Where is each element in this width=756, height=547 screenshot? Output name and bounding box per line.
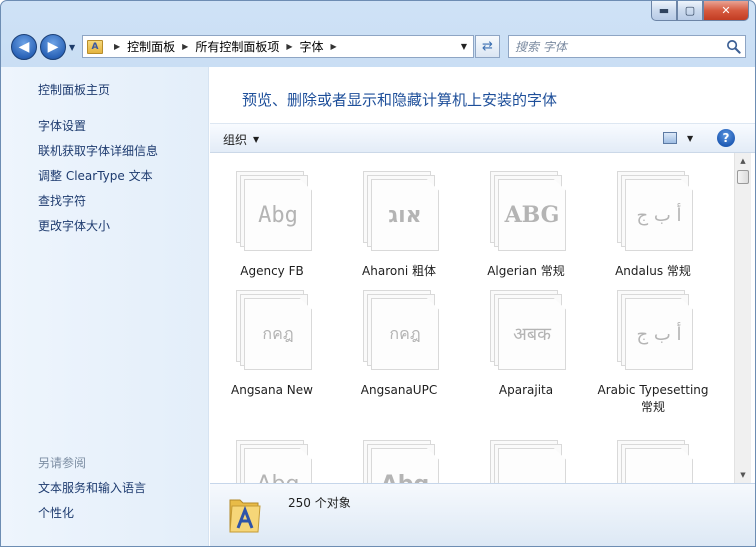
text-services-link[interactable]: 文本服务和输入语言 — [38, 479, 146, 496]
breadcrumb-all-items[interactable]: 所有控制面板项 — [195, 38, 279, 55]
font-grid: Abg Agency FB אוג Aharoni 粗体 ABG Algeria… — [210, 153, 734, 483]
font-name: AngsanaUPC — [360, 383, 438, 397]
item-count: 250 个对象 — [288, 496, 351, 510]
scroll-down-icon[interactable]: ▼ — [735, 467, 751, 483]
search-icon[interactable] — [726, 39, 741, 54]
breadcrumb-control-panel[interactable]: 控制面板 — [127, 38, 175, 55]
minimize-button[interactable]: ▬ — [651, 1, 677, 21]
fonts-folder-icon — [229, 499, 261, 533]
maximize-button[interactable]: ▢ — [677, 1, 703, 21]
font-sample: אוג — [388, 202, 422, 228]
font-tile[interactable]: กคฎ AngsanaUPC — [343, 278, 455, 418]
font-file-icon: กคฎ — [236, 290, 312, 370]
help-button[interactable]: ? — [717, 129, 735, 147]
online-font-info-link[interactable]: 联机获取字体详细信息 — [38, 142, 158, 159]
font-name: Angsana New — [231, 383, 313, 397]
font-tile[interactable]: Abg — [216, 428, 328, 483]
address-history-dropdown-icon[interactable]: ▼ — [455, 36, 473, 57]
refresh-button[interactable]: ⇄ — [475, 35, 500, 58]
scroll-up-icon[interactable]: ▲ — [735, 153, 751, 169]
change-font-size-link[interactable]: 更改字体大小 — [38, 217, 110, 234]
recent-pages-dropdown-icon[interactable]: ▼ — [69, 43, 75, 52]
font-settings-link[interactable]: 字体设置 — [38, 117, 86, 134]
chevron-right-icon[interactable]: ▶ — [286, 42, 292, 51]
font-tile[interactable]: अबक Aparajita — [470, 278, 582, 418]
address-row: ◀ ▶ ▼ A ▶ 控制面板 ▶ 所有控制面板项 ▶ 字体 ▶ ▼ ⇄ — [1, 29, 755, 65]
font-name: Aparajita — [498, 383, 554, 397]
font-file-icon — [490, 440, 566, 483]
close-button[interactable]: ✕ — [703, 1, 749, 21]
organize-label: 组织 — [223, 133, 248, 147]
organize-button[interactable]: 组织 ▼ — [223, 131, 259, 148]
font-sample: अबक — [513, 324, 551, 345]
font-tile[interactable]: กคฎ Angsana New — [216, 278, 328, 418]
font-file-icon: กคฎ — [363, 290, 439, 370]
find-character-link[interactable]: 查找字符 — [38, 192, 86, 209]
font-file-icon — [617, 440, 693, 483]
scroll-thumb[interactable] — [737, 170, 749, 184]
change-view-button[interactable]: ▼ — [663, 132, 693, 144]
font-name: Arabic Typesetting 常规 — [597, 383, 709, 414]
fonts-folder-icon: A — [87, 39, 103, 54]
view-icon — [663, 132, 677, 144]
font-sample: กคฎ — [262, 323, 294, 343]
main-pane: 预览、删除或者显示和隐藏计算机上安装的字体 组织 ▼ ▼ ? Abg Agenc… — [210, 67, 755, 546]
details-pane: 250 个对象 — [210, 483, 755, 546]
font-sample: أ ب ج — [636, 323, 682, 345]
font-tile[interactable]: أ ب ج Arabic Typesetting 常规 — [597, 278, 709, 418]
font-file-icon: أ ب ج — [617, 290, 693, 370]
chevron-right-icon[interactable]: ▶ — [182, 42, 188, 51]
search-input[interactable] — [515, 39, 715, 54]
font-file-icon: अबक — [490, 290, 566, 370]
breadcrumb-fonts[interactable]: 字体 — [300, 38, 324, 55]
explorer-window: ▬ ▢ ✕ ◀ ▶ ▼ A ▶ 控制面板 ▶ 所有控制面板项 ▶ 字体 ▶ ▼ … — [0, 0, 756, 547]
font-file-icon: أ ب ج — [617, 171, 693, 251]
chevron-right-icon[interactable]: ▶ — [114, 42, 120, 51]
font-file-icon: Abg — [236, 440, 312, 483]
search-box[interactable] — [508, 35, 746, 58]
font-sample — [625, 448, 693, 483]
font-file-icon: ABG — [490, 171, 566, 251]
font-file-icon: אוג — [363, 171, 439, 251]
personalization-link[interactable]: 个性化 — [38, 504, 74, 521]
back-button[interactable]: ◀ — [11, 34, 37, 60]
font-sample: Abg — [258, 202, 298, 228]
content-area: 控制面板主页 字体设置 联机获取字体详细信息 调整 ClearType 文本 查… — [1, 67, 755, 546]
font-file-icon: Abg — [363, 440, 439, 483]
see-also-heading: 另请参阅 — [38, 456, 87, 470]
task-pane: 控制面板主页 字体设置 联机获取字体详细信息 调整 ClearType 文本 查… — [1, 67, 209, 546]
address-bar[interactable]: A ▶ 控制面板 ▶ 所有控制面板项 ▶ 字体 ▶ ▼ — [82, 35, 474, 58]
chevron-down-icon: ▼ — [253, 135, 260, 144]
font-sample: أ ب ج — [636, 204, 682, 226]
forward-button[interactable]: ▶ — [40, 34, 66, 60]
caption-buttons: ▬ ▢ ✕ — [651, 1, 749, 21]
vertical-scrollbar[interactable]: ▲ ▼ — [734, 153, 751, 483]
font-sample: Abg — [371, 448, 439, 484]
font-tile[interactable]: Abg — [343, 428, 455, 483]
control-panel-home-link[interactable]: 控制面板主页 — [38, 81, 110, 98]
font-sample: Abg — [244, 448, 312, 484]
chevron-right-icon[interactable]: ▶ — [331, 42, 337, 51]
font-sample: กคฎ — [389, 323, 421, 343]
font-sample — [498, 448, 566, 483]
chevron-down-icon[interactable]: ▼ — [687, 134, 693, 143]
font-sample: ABG — [504, 202, 560, 228]
font-file-icon: Abg — [236, 171, 312, 251]
adjust-cleartype-link[interactable]: 调整 ClearType 文本 — [38, 167, 153, 184]
command-bar: 组织 ▼ ▼ ? — [210, 123, 755, 153]
page-title: 预览、删除或者显示和隐藏计算机上安装的字体 — [242, 91, 558, 109]
font-tile[interactable] — [470, 428, 582, 483]
font-tile[interactable] — [597, 428, 709, 483]
